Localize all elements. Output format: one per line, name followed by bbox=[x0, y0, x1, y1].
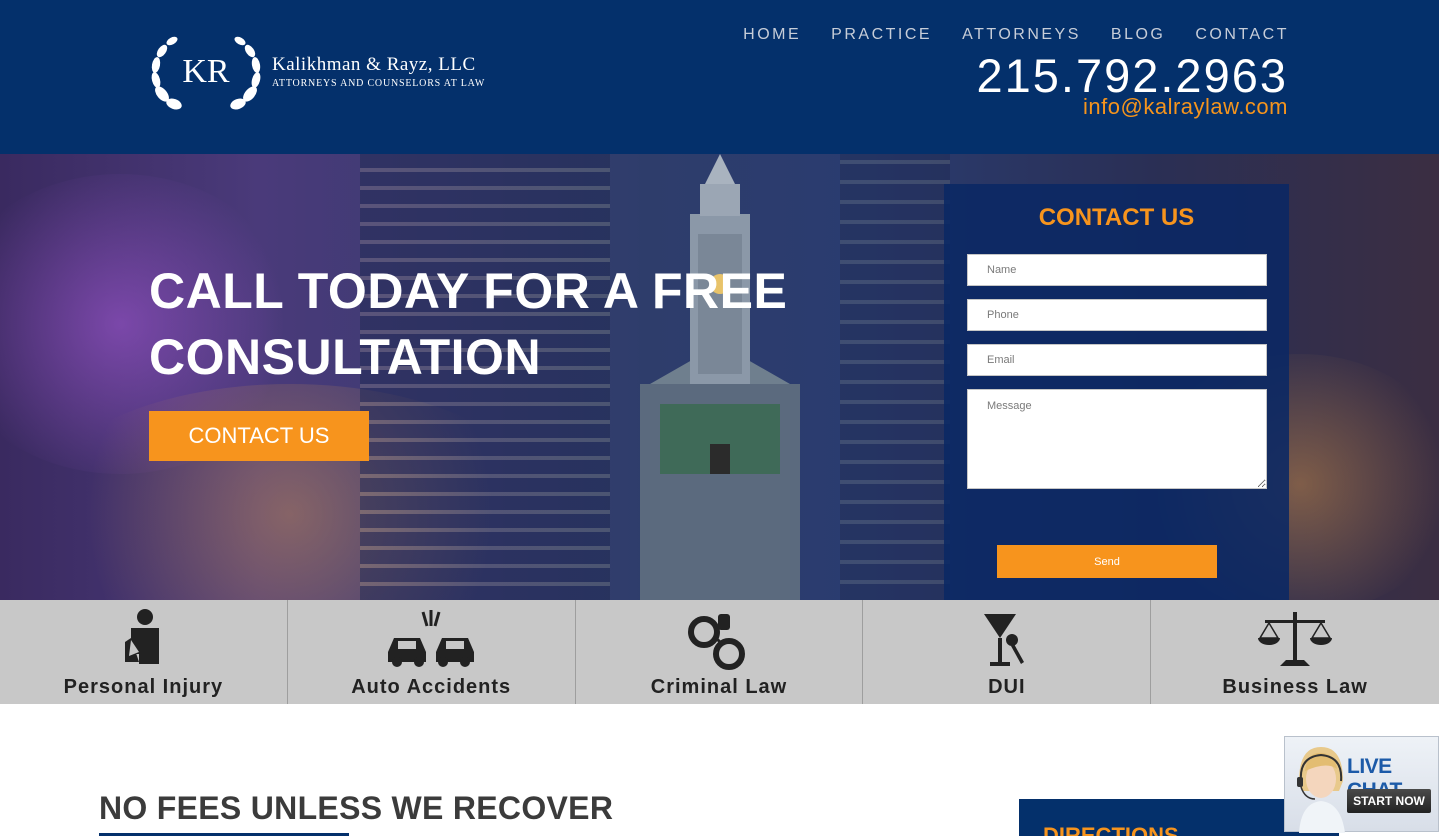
contact-form-title: CONTACT US bbox=[1038, 204, 1195, 231]
nav-practice[interactable]: PRACTICE bbox=[831, 26, 932, 44]
practice-auto-accidents[interactable]: Auto Accidents bbox=[288, 600, 576, 704]
firm-tagline: Attorneys and Counselors at Law bbox=[272, 78, 486, 89]
hero-headline: CALL TODAY FOR A FREE CONSULTATION bbox=[149, 263, 788, 385]
live-chat-widget[interactable]: LIVE CHAT START NOW bbox=[1284, 736, 1439, 833]
practice-label: Criminal Law bbox=[650, 676, 788, 698]
nav-blog[interactable]: BLOG bbox=[1111, 26, 1165, 44]
section-heading: NO FEES UNLESS WE RECOVER bbox=[99, 790, 614, 826]
injured-person-icon bbox=[125, 609, 160, 664]
firm-logo[interactable]: KR Kalikhman & Rayz, LLC Attorneys and C… bbox=[148, 32, 520, 114]
nav-contact[interactable]: CONTACT bbox=[1195, 26, 1289, 44]
logo-monogram: KR bbox=[182, 53, 230, 90]
start-chat-button[interactable]: START NOW bbox=[1347, 789, 1431, 813]
phone-field[interactable] bbox=[967, 299, 1267, 331]
handcuffs-icon bbox=[687, 614, 745, 670]
site-header: KR Kalikhman & Rayz, LLC Attorneys and C… bbox=[0, 0, 1439, 154]
message-field[interactable] bbox=[967, 389, 1267, 489]
scales-icon bbox=[1258, 612, 1333, 666]
name-field[interactable] bbox=[967, 254, 1267, 286]
nav-attorneys[interactable]: ATTORNEYS bbox=[962, 26, 1081, 44]
send-button[interactable]: Send bbox=[997, 545, 1217, 578]
laurel-monogram-icon: KR bbox=[151, 36, 261, 110]
practice-label: Business Law bbox=[1222, 676, 1368, 698]
practice-label: DUI bbox=[988, 676, 1026, 698]
practice-personal-injury[interactable]: Personal Injury bbox=[0, 600, 288, 704]
support-agent-icon bbox=[1297, 747, 1345, 833]
martini-keys-icon bbox=[983, 614, 1024, 666]
practice-label: Personal Injury bbox=[63, 676, 224, 698]
practice-criminal-law[interactable]: Criminal Law bbox=[576, 600, 864, 704]
practice-label: Auto Accidents bbox=[351, 676, 512, 698]
hero-banner: CALL TODAY FOR A FREE CONSULTATION CONTA… bbox=[0, 154, 1439, 600]
main-nav: HOME PRACTICE ATTORNEYS BLOG CONTACT bbox=[743, 26, 1289, 44]
email-field[interactable] bbox=[967, 344, 1267, 376]
car-crash-icon bbox=[388, 610, 475, 667]
directions-title: DIRECTIONS bbox=[1043, 823, 1179, 836]
practice-dui[interactable]: DUI bbox=[863, 600, 1152, 704]
hero-contact-button[interactable]: CONTACT US bbox=[149, 411, 369, 461]
practice-business-law[interactable]: Business Law bbox=[1151, 600, 1439, 704]
firm-name: Kalikhman & Rayz, LLC bbox=[272, 54, 476, 75]
hero-building-right bbox=[840, 154, 950, 600]
contact-form: CONTACT US Send bbox=[944, 184, 1289, 600]
nav-home[interactable]: HOME bbox=[743, 26, 801, 44]
email-link[interactable]: info@kalraylaw.com bbox=[1083, 94, 1288, 120]
practice-areas-bar: Personal Injury Auto Accidents Criminal … bbox=[0, 600, 1439, 704]
